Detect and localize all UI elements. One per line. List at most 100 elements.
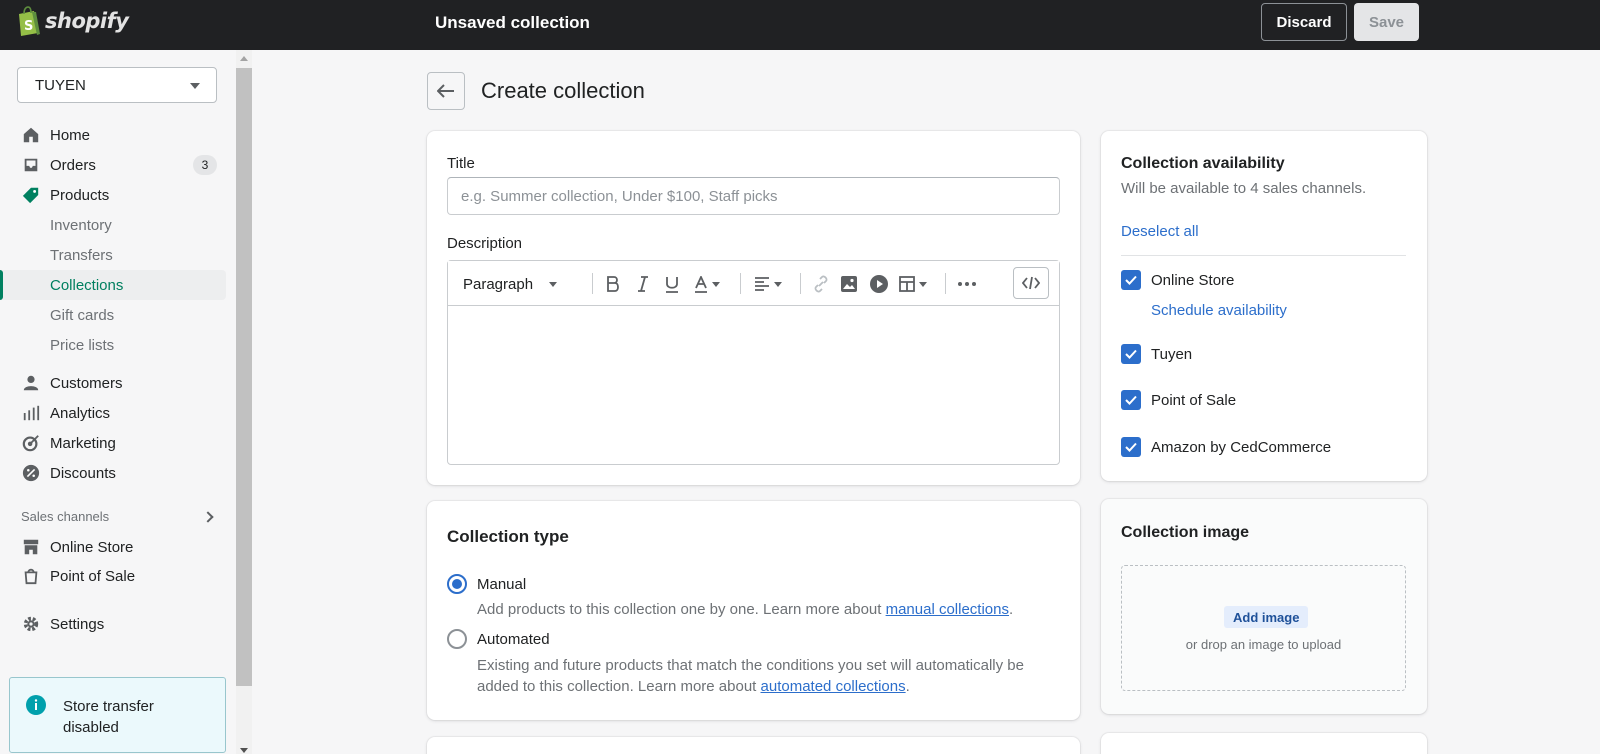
top-bar: S shopify Unsaved collection Discard Sav… — [0, 0, 1600, 50]
caret-down-icon — [712, 281, 720, 287]
link-icon — [814, 275, 828, 293]
sidebar: TUYEN Home Orders 3 Products Inventory T… — [0, 50, 236, 754]
image-dropzone[interactable]: Add image or drop an image to upload — [1121, 565, 1406, 691]
nav-label: Gift cards — [50, 306, 115, 324]
nav-item-transfers[interactable]: Transfers — [0, 240, 226, 270]
nav-label: Transfers — [50, 246, 113, 264]
nav-item-point-of-sale[interactable]: Point of Sale — [0, 561, 226, 591]
store-name: TUYEN — [35, 76, 86, 94]
nav-item-online-store[interactable]: Online Store — [0, 532, 226, 562]
channel-label-tuyen: Tuyen — [1151, 346, 1193, 363]
automated-help-text: Existing and future products that match … — [477, 655, 1037, 697]
save-button[interactable]: Save — [1354, 3, 1419, 41]
drop-hint-text: or drop an image to upload — [1185, 637, 1342, 652]
nav-label: Settings — [50, 615, 105, 633]
scroll-up-arrow-icon[interactable] — [240, 56, 248, 61]
point-of-sale-bag-icon — [24, 568, 38, 585]
unsaved-status: Unsaved collection — [435, 13, 590, 32]
insert-link-button[interactable] — [812, 273, 830, 295]
orders-inbox-icon — [24, 158, 38, 172]
manual-help-suffix: . — [1009, 601, 1014, 618]
next-card — [427, 737, 1080, 754]
notice-text: Store transfer disabled — [63, 698, 154, 736]
automated-collections-link[interactable]: automated collections — [761, 678, 906, 695]
scroll-thumb[interactable] — [236, 68, 252, 686]
more-options-button[interactable] — [958, 273, 976, 295]
tuyen-checkbox[interactable] — [1121, 344, 1141, 364]
nav-label: Products — [50, 186, 110, 204]
automated-label[interactable]: Automated — [477, 631, 550, 648]
shopify-logo[interactable]: S shopify — [16, 5, 129, 37]
nav-item-price-lists[interactable]: Price lists — [0, 330, 226, 360]
checkmark-icon — [1125, 395, 1137, 405]
table-icon — [899, 276, 915, 292]
nav-item-gift-cards[interactable]: Gift cards — [0, 300, 226, 330]
checkmark-icon — [1125, 442, 1137, 452]
paragraph-format-select[interactable]: Paragraph — [463, 273, 558, 295]
italic-button[interactable] — [637, 273, 649, 295]
arrow-left-icon — [437, 84, 454, 98]
chevron-right-icon[interactable] — [202, 511, 214, 523]
checkmark-icon — [1125, 275, 1137, 285]
nav-item-inventory[interactable]: Inventory — [0, 210, 226, 240]
manual-collections-link[interactable]: manual collections — [886, 601, 1009, 618]
next-side-card — [1101, 733, 1427, 754]
align-button[interactable] — [754, 273, 782, 295]
nav-label: Point of Sale — [50, 567, 136, 585]
nav-item-marketing[interactable]: Marketing — [0, 428, 226, 458]
automated-help-prefix: Existing and future products that match … — [477, 657, 1024, 695]
more-horizontal-icon — [958, 282, 976, 286]
info-icon — [26, 695, 46, 715]
caret-down-icon — [774, 281, 782, 287]
collection-type-card: Collection type Manual Add products to t… — [427, 501, 1080, 720]
nav-label: Marketing — [50, 434, 116, 452]
underline-button[interactable] — [665, 273, 679, 295]
sidebar-scrollbar[interactable] — [236, 50, 252, 754]
schedule-availability-link[interactable]: Schedule availability — [1151, 302, 1287, 319]
code-icon — [1022, 276, 1040, 290]
availability-heading: Collection availability — [1121, 155, 1285, 172]
nav-item-products[interactable]: Products — [0, 180, 226, 210]
underline-icon — [666, 276, 678, 293]
title-input[interactable] — [447, 177, 1060, 215]
nav-item-discounts[interactable]: Discounts — [0, 458, 226, 488]
paragraph-label: Paragraph — [463, 275, 534, 293]
nav-item-analytics[interactable]: Analytics — [0, 398, 226, 428]
brand-name: shopify — [45, 9, 129, 33]
back-button[interactable] — [427, 72, 465, 110]
nav-item-customers[interactable]: Customers — [0, 368, 226, 398]
nav-item-orders[interactable]: Orders 3 — [0, 150, 226, 180]
collection-image-card: Collection image Add image or drop an im… — [1101, 499, 1427, 714]
manual-help-text: Add products to this collection one by o… — [477, 601, 1013, 618]
deselect-all-link[interactable]: Deselect all — [1121, 223, 1199, 240]
automated-radio[interactable] — [447, 629, 467, 649]
manual-label[interactable]: Manual — [477, 576, 526, 593]
online-store-checkbox[interactable] — [1121, 270, 1141, 290]
nav-item-home[interactable]: Home — [0, 120, 226, 150]
store-selector[interactable]: TUYEN — [17, 67, 217, 103]
add-image-button[interactable]: Add image — [1224, 606, 1309, 628]
insert-video-button[interactable] — [870, 273, 888, 295]
insert-image-button[interactable] — [841, 273, 857, 295]
point-of-sale-checkbox[interactable] — [1121, 390, 1141, 410]
description-text-area[interactable] — [448, 307, 1059, 464]
title-label: Title — [447, 155, 475, 172]
nav-label: Collections — [50, 276, 124, 294]
description-label: Description — [447, 235, 523, 252]
channel-label-amazon: Amazon by CedCommerce — [1151, 439, 1332, 456]
discard-button[interactable]: Discard — [1261, 3, 1347, 41]
text-color-icon — [695, 275, 707, 293]
scroll-down-arrow-icon[interactable] — [240, 748, 248, 753]
insert-table-button[interactable] — [899, 273, 927, 295]
manual-radio[interactable] — [447, 574, 467, 594]
html-code-toggle-button[interactable] — [1013, 267, 1049, 299]
italic-icon — [638, 276, 648, 292]
text-color-button[interactable] — [694, 273, 720, 295]
nav-item-collections[interactable]: Collections — [0, 270, 226, 300]
sales-channels-heading: Sales channels — [21, 509, 110, 524]
bold-button[interactable] — [606, 273, 620, 295]
home-icon — [23, 127, 39, 143]
amazon-checkbox[interactable] — [1121, 437, 1141, 457]
marketing-target-icon — [22, 435, 39, 452]
nav-item-settings[interactable]: Settings — [0, 609, 226, 639]
